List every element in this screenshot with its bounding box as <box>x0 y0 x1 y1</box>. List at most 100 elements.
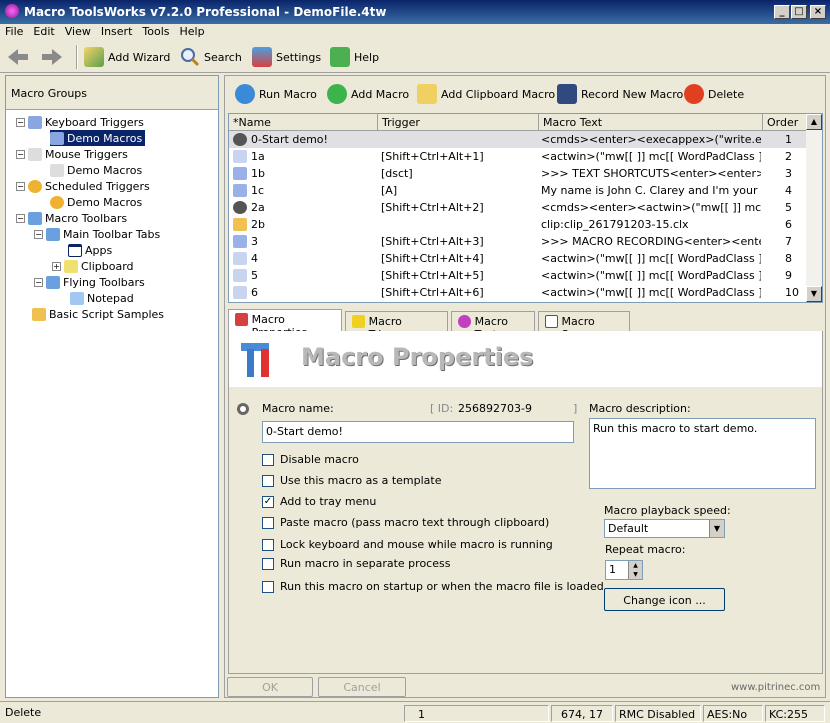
cell-trigger: [Shift+Ctrl+Alt+1] <box>381 150 484 163</box>
panel-header: Macro Groups <box>6 76 218 110</box>
tab-macro-properties[interactable]: Macro Properties <box>228 309 342 339</box>
status-position: 674, 17 <box>551 705 613 722</box>
window-icon <box>233 286 247 299</box>
menu-file[interactable]: File <box>0 24 28 39</box>
column-macro-text[interactable]: Macro Text <box>539 114 763 131</box>
checkbox-option[interactable]: Run this macro on startup or when the ma… <box>262 580 604 593</box>
tree-item-demo-macros-kb[interactable]: Demo Macros <box>50 130 146 146</box>
tree-item-mouse-triggers[interactable]: − Mouse Triggers <box>16 146 128 162</box>
macro-groups-panel: Macro Groups − Keyboard Triggers Demo Mac… <box>5 75 219 698</box>
tree-item-demo-macros-mouse[interactable]: Demo Macros <box>50 162 142 178</box>
lightning-icon <box>352 315 365 328</box>
maximize-button[interactable]: □ <box>791 5 807 19</box>
change-icon-button[interactable]: Change icon ... <box>604 588 725 611</box>
tree-item-notepad[interactable]: Notepad <box>70 290 134 306</box>
repeat-macro-label: Repeat macro: <box>605 543 686 556</box>
scroll-up-button[interactable]: ▲ <box>806 114 822 130</box>
menu-view[interactable]: View <box>60 24 96 39</box>
toolbar-icon <box>46 227 60 241</box>
repeat-macro-stepper[interactable]: 1 ▲ ▼ <box>605 560 643 580</box>
checkbox-option[interactable]: ✓ Add to tray menu <box>262 495 376 508</box>
column-trigger[interactable]: Trigger <box>378 114 539 131</box>
tree-item-basic-script-samples[interactable]: Basic Script Samples <box>32 306 164 322</box>
cell-order: 7 <box>785 235 792 248</box>
macro-list[interactable]: *Name Trigger Macro Text Order 0-Start d… <box>228 113 823 303</box>
cell-text: <cmds><enter><execappex>("write.exe","".… <box>541 133 761 146</box>
table-row[interactable]: 1c [A] My name is John C. Clarey and I'm y… <box>229 182 807 199</box>
checkbox[interactable] <box>262 580 274 593</box>
checkbox-option[interactable]: Paste macro (pass macro text through cli… <box>262 516 549 529</box>
cell-trigger: [Shift+Ctrl+Alt+5] <box>381 269 484 282</box>
checkbox[interactable] <box>262 453 274 466</box>
record-icon <box>557 84 577 104</box>
help-button[interactable]: Help <box>330 46 379 68</box>
description-input[interactable]: Run this macro to start demo. <box>589 418 816 489</box>
tree-item-apps[interactable]: Apps <box>68 242 112 258</box>
table-row[interactable]: 0-Start demo! <cmds><enter><execappex>("w… <box>229 131 807 148</box>
checkbox-label: Paste macro (pass macro text through cli… <box>280 516 550 529</box>
table-row[interactable]: 1a [Shift+Ctrl+Alt+1] <actwin>("mw[[ ]] mc… <box>229 148 807 165</box>
list-scrollbar[interactable]: ▲ ▼ <box>806 114 822 302</box>
table-row[interactable]: 2b clip:clip_261791203-15.clx 6 <box>229 216 807 233</box>
table-row[interactable]: 4 [Shift+Ctrl+Alt+4] <actwin>("mw[[ ]] mc[… <box>229 250 807 267</box>
add-macro-button[interactable]: Add Macro <box>327 83 409 105</box>
cell-order: 2 <box>785 150 792 163</box>
checkbox-label: Use this macro as a template <box>280 474 442 487</box>
menu-help[interactable]: Help <box>175 24 210 39</box>
checkbox[interactable] <box>262 516 274 529</box>
tab-macro-triggers[interactable]: Macro Triggers <box>345 311 448 341</box>
tree-item-scheduled-triggers[interactable]: − Scheduled Triggers <box>16 178 150 194</box>
settings-button[interactable]: Settings <box>252 46 321 68</box>
menu-edit[interactable]: Edit <box>28 24 59 39</box>
checkbox-option[interactable]: Disable macro <box>262 453 359 466</box>
forward-button[interactable] <box>40 46 64 68</box>
checkbox-option[interactable]: Use this macro as a template <box>262 474 442 487</box>
table-row[interactable]: 5 [Shift+Ctrl+Alt+5] <actwin>("mw[[ ]] mc[… <box>229 267 807 284</box>
table-row[interactable]: 2a [Shift+Ctrl+Alt+2] <cmds><enter><actwin… <box>229 199 807 216</box>
add-clipboard-macro-button[interactable]: Add Clipboard Macro <box>417 83 555 105</box>
table-row[interactable]: 1b [dsct] >>> TEXT SHORTCUTS<enter><enter>… <box>229 165 807 182</box>
clipboard-icon <box>64 259 78 273</box>
minimize-button[interactable]: _ <box>774 5 790 19</box>
status-rmc: RMC Disabled <box>615 705 701 722</box>
tab-macro-scope[interactable]: Macro Scope <box>538 311 630 341</box>
back-button[interactable] <box>6 46 30 68</box>
checkbox[interactable]: ✓ <box>262 495 274 508</box>
playback-speed-select[interactable]: Default ▼ <box>604 519 725 538</box>
column-order[interactable]: Order <box>763 114 807 131</box>
column-name[interactable]: *Name <box>229 114 378 131</box>
website-link[interactable]: www.pitrinec.com <box>731 682 820 693</box>
menu-insert[interactable]: Insert <box>96 24 138 39</box>
search-button[interactable]: Search <box>180 46 242 68</box>
scroll-down-button[interactable]: ▼ <box>806 286 822 302</box>
menu-tools[interactable]: Tools <box>137 24 174 39</box>
tree-item-main-toolbar-tabs[interactable]: − Main Toolbar Tabs <box>34 226 160 242</box>
tree-item-macro-toolbars[interactable]: − Macro Toolbars <box>16 210 127 226</box>
delete-button[interactable]: Delete <box>684 83 744 105</box>
tree-item-demo-macros-sched[interactable]: Demo Macros <box>50 194 142 210</box>
close-button[interactable]: × <box>810 5 826 19</box>
cell-name: 1c <box>251 184 265 197</box>
cell-name: 3 <box>251 235 258 248</box>
tree-item-clipboard[interactable]: + Clipboard <box>52 258 134 274</box>
tree-item-flying-toolbars[interactable]: − Flying Toolbars <box>34 274 145 290</box>
add-wizard-button[interactable]: Add Wizard <box>84 46 170 68</box>
run-macro-button[interactable]: Run Macro <box>235 83 317 105</box>
cell-order: 10 <box>785 286 799 299</box>
cell-order: 6 <box>785 218 792 231</box>
tab-macro-text[interactable]: Macro Text <box>451 311 535 341</box>
tree-item-keyboard-triggers[interactable]: − Keyboard Triggers <box>16 114 144 130</box>
checkbox[interactable] <box>262 538 274 551</box>
playback-speed-label: Macro playback speed: <box>604 504 731 517</box>
macro-name-input[interactable]: 0-Start demo! <box>262 421 574 443</box>
table-row[interactable]: 3 [Shift+Ctrl+Alt+3] >>> MACRO RECORDING<e… <box>229 233 807 250</box>
record-new-macro-button[interactable]: Record New Macro <box>557 83 683 105</box>
checkbox-option[interactable]: Run macro in separate process <box>262 557 450 570</box>
checkbox-option[interactable]: Lock keyboard and mouse while macro is r… <box>262 538 553 551</box>
table-row[interactable]: 6 [Shift+Ctrl+Alt+6] <actwin>("mw[[ ]] mc[… <box>229 284 807 301</box>
checkbox[interactable] <box>262 474 274 487</box>
tools-icon <box>241 343 269 377</box>
checkbox[interactable] <box>262 557 274 570</box>
ok-button[interactable]: OK <box>227 677 313 697</box>
cancel-button[interactable]: Cancel <box>318 677 406 697</box>
